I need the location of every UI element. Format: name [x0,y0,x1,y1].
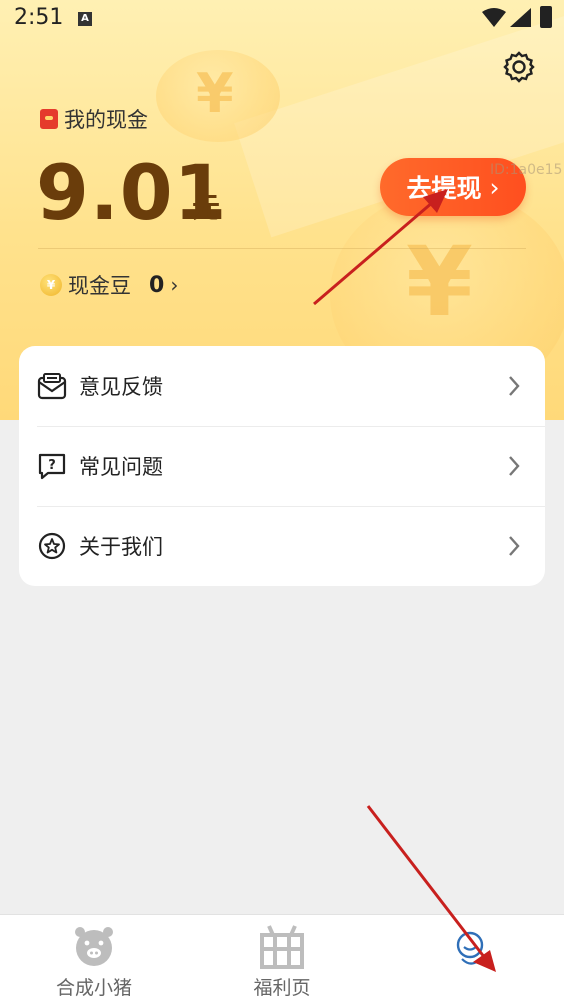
tab-merge-pig[interactable]: 合成小猪 [0,915,188,1004]
cash-title-text: 我的现金 [64,108,148,132]
cash-title: 我的现金 [40,104,148,134]
status-time: 2:51 [14,5,64,30]
cash-beans-row[interactable]: ¥ 现金豆 0 › [40,270,178,300]
tab-profile[interactable] [376,915,564,1004]
settings-gear-icon[interactable] [502,50,536,84]
menu-item-label: 意见反馈 [79,375,163,399]
cash-bean-icon: ¥ [40,274,62,296]
header-divider [38,248,526,249]
chevron-right-icon [509,376,520,396]
cash-beans-value: 0 [149,272,165,298]
menu-item-about[interactable]: 关于我们 [19,506,545,586]
bottom-tab-bar: 合成小猪 福利页 [0,914,564,1004]
gift-icon [260,925,304,969]
notification-badge-icon: A [78,12,92,26]
tab-label: 合成小猪 [55,977,132,999]
feedback-icon [37,373,67,400]
status-bar: 2:51 A [0,0,564,40]
chevron-right-icon [509,536,520,556]
cash-beans-label: 现金豆 [68,274,131,298]
menu-item-faq[interactable]: ? 常见问题 [19,426,545,506]
svg-text:?: ? [48,458,56,473]
menu-item-label: 常见问题 [79,455,163,479]
pig-icon [75,927,113,966]
cash-unit: 元 [192,191,221,224]
decorative-yen-icon: ¥ [406,226,473,338]
menu-item-label: 关于我们 [79,535,163,559]
id-watermark: ID:1a0e15 [490,162,563,178]
tab-label: 福利页 [253,977,311,999]
menu-item-feedback[interactable]: 意见反馈 [19,346,545,426]
tab-welfare[interactable]: 福利页 [188,915,376,1004]
chevron-right-icon: › [170,273,179,297]
faq-icon: ? [38,453,66,480]
menu-card: 意见反馈 ? 常见问题 关于我们 [19,346,545,586]
battery-icon [540,6,552,28]
withdraw-button-label: 去提现 [406,174,482,203]
about-icon [38,532,66,560]
profile-icon [456,931,484,965]
decorative-yen-icon: ¥ [196,62,234,125]
chevron-right-icon [509,456,520,476]
wifi-icon [482,8,506,27]
signal-icon [510,8,531,27]
red-packet-icon [40,109,58,129]
